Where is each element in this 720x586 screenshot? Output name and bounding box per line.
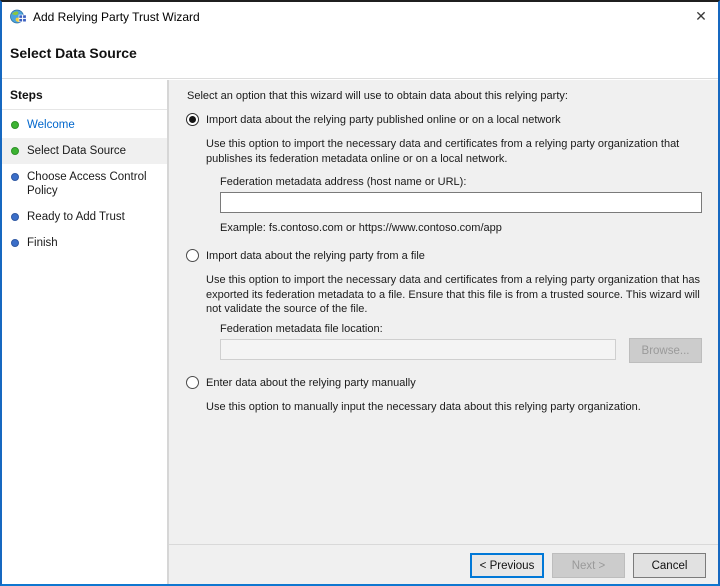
step-item-welcome: Welcome	[2, 112, 167, 138]
step-bullet-upcoming-icon	[11, 213, 19, 221]
step-bullet-done-icon	[11, 121, 19, 129]
title-bar[interactable]: Add Relying Party Trust Wizard ✕	[2, 2, 718, 32]
step-bullet-upcoming-icon	[11, 239, 19, 247]
steps-sidebar: Steps Welcome Select Data Source Choose …	[2, 80, 168, 584]
enter-manually-description: Use this option to manually input the ne…	[206, 401, 641, 413]
import-file-description: Use this option to import the necessary …	[206, 274, 701, 315]
step-item-ready-to-add-trust: Ready to Add Trust	[2, 204, 167, 230]
window-title: Add Relying Party Trust Wizard	[33, 10, 200, 24]
import-online-description: Use this option to import the necessary …	[206, 138, 680, 165]
address-example-text: Example: fs.contoso.com or https://www.c…	[220, 222, 502, 234]
footer-divider	[169, 544, 718, 545]
wizard-window: Add Relying Party Trust Wizard ✕ Select …	[0, 0, 720, 586]
wizard-app-icon	[10, 9, 27, 24]
radio-import-online[interactable]	[186, 113, 199, 126]
step-bullet-upcoming-icon	[11, 173, 19, 181]
step-bullet-current-icon	[11, 147, 19, 155]
radio-import-online-label[interactable]: Import data about the relying party publ…	[206, 114, 561, 126]
next-button: Next >	[552, 553, 625, 578]
steps-list: Welcome Select Data Source Choose Access…	[2, 112, 167, 256]
radio-enter-manually[interactable]	[186, 376, 199, 389]
step-item-select-data-source: Select Data Source	[2, 138, 167, 164]
federation-metadata-address-input[interactable]	[220, 192, 702, 213]
federation-metadata-address-label: Federation metadata address (host name o…	[220, 176, 467, 188]
radio-import-file[interactable]	[186, 249, 199, 262]
wizard-content: Select an option that this wizard will u…	[168, 80, 718, 584]
page-header: Select Data Source	[2, 32, 718, 79]
browse-button: Browse...	[629, 338, 702, 363]
instruction-text: Select an option that this wizard will u…	[187, 90, 568, 102]
steps-heading: Steps	[2, 80, 167, 110]
step-item-finish: Finish	[2, 230, 167, 256]
cancel-button[interactable]: Cancel	[633, 553, 706, 578]
federation-metadata-file-input	[220, 339, 616, 360]
step-item-choose-access-control-policy: Choose Access Control Policy	[2, 164, 167, 204]
close-icon[interactable]: ✕	[684, 2, 718, 30]
previous-button[interactable]: < Previous	[470, 553, 544, 578]
radio-import-file-label[interactable]: Import data about the relying party from…	[206, 250, 425, 262]
page-title: Select Data Source	[10, 45, 137, 61]
radio-enter-manually-label[interactable]: Enter data about the relying party manua…	[206, 377, 416, 389]
federation-metadata-file-label: Federation metadata file location:	[220, 323, 383, 335]
